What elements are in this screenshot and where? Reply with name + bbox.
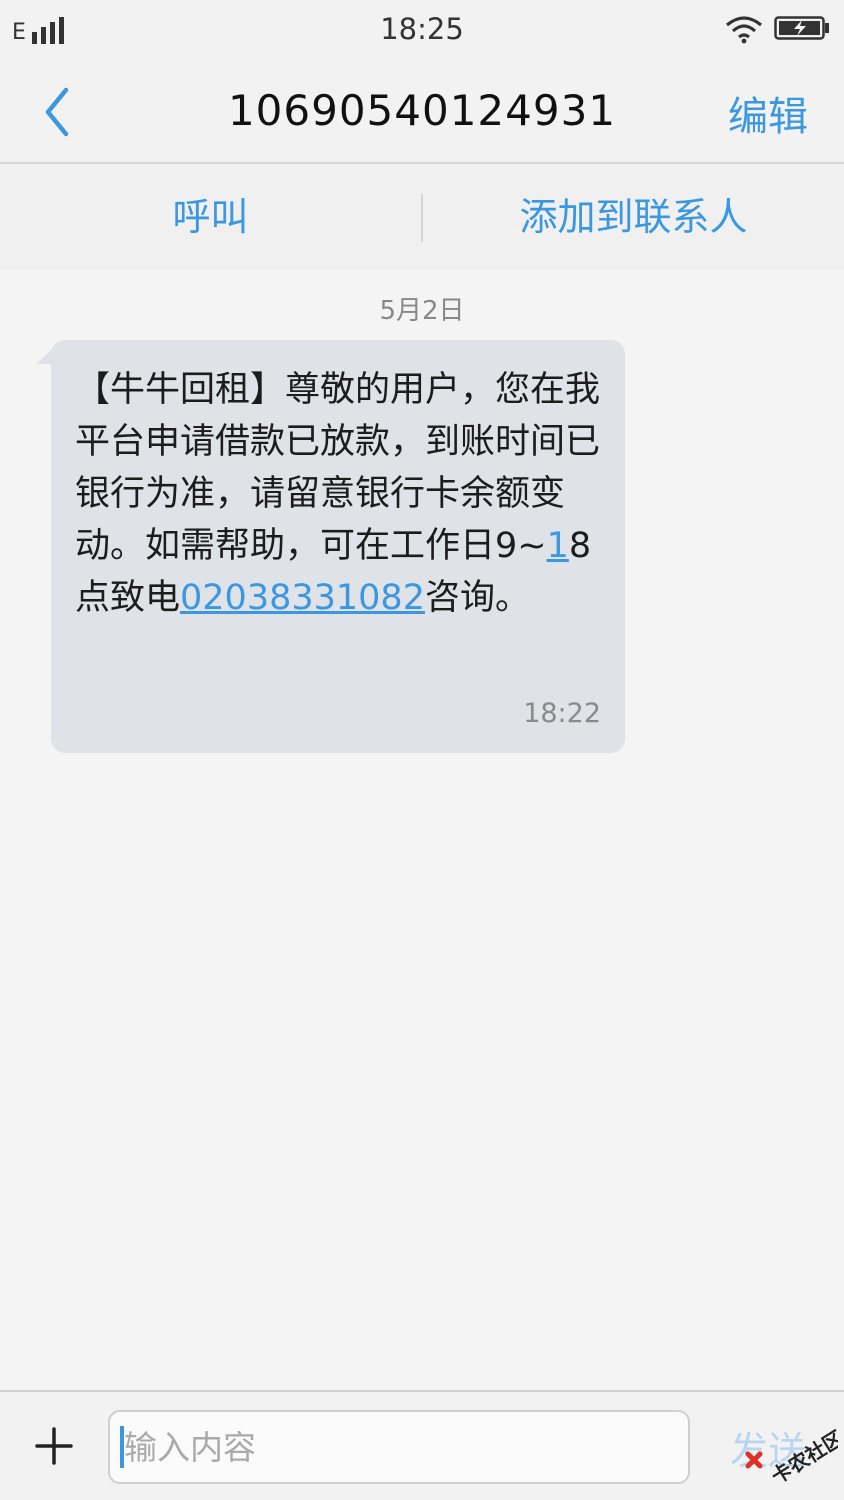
message-input[interactable] — [108, 1410, 690, 1484]
text-cursor — [120, 1426, 124, 1468]
date-divider: 5月2日 — [379, 296, 465, 326]
edit-button[interactable]: 编辑 — [728, 84, 808, 142]
battery-charging-icon — [774, 16, 829, 40]
message-text: 【牛牛回租】尊敬的用户，您在我平台申请借款已放款，到账时间已银行为准，请留意银行… — [75, 364, 601, 624]
message-text-part: 【牛牛回租】尊敬的用户，您在我平台申请借款已放款，到账时间已银行为准，请留意银行… — [75, 370, 601, 566]
contact-actions-row: 呼叫 添加到联系人 — [0, 164, 844, 270]
plus-icon[interactable] — [30, 1422, 78, 1470]
svg-text:卡农社区: 卡农社区 — [767, 1426, 838, 1488]
wifi-icon — [725, 16, 763, 44]
phone-number-link[interactable]: 1 — [547, 526, 569, 566]
composer-bar: 发送 — [0, 1390, 844, 1500]
phone-number-link[interactable]: 02038331082 — [180, 578, 425, 618]
watermark-logo: 卡农社区 — [745, 1426, 838, 1488]
message-text-part: 咨询。 — [424, 578, 530, 618]
message-timestamp: 18:22 — [523, 698, 601, 729]
status-bar: E 18:25 — [0, 0, 844, 62]
contact-number-title: 10690540124931 — [227, 86, 617, 135]
chevron-left-icon[interactable] — [38, 84, 78, 140]
sms-conversation-screen: E 18:25 10690540124931 编辑 呼叫 添加到联系人 5月2日… — [0, 0, 844, 1500]
nav-bar: 10690540124931 编辑 — [0, 62, 844, 164]
call-button[interactable]: 呼叫 — [0, 164, 421, 270]
received-message-bubble[interactable]: 【牛牛回租】尊敬的用户，您在我平台申请借款已放款，到账时间已银行为准，请留意银行… — [51, 340, 625, 753]
status-time: 18:25 — [380, 12, 464, 46]
add-to-contacts-button[interactable]: 添加到联系人 — [423, 164, 844, 270]
